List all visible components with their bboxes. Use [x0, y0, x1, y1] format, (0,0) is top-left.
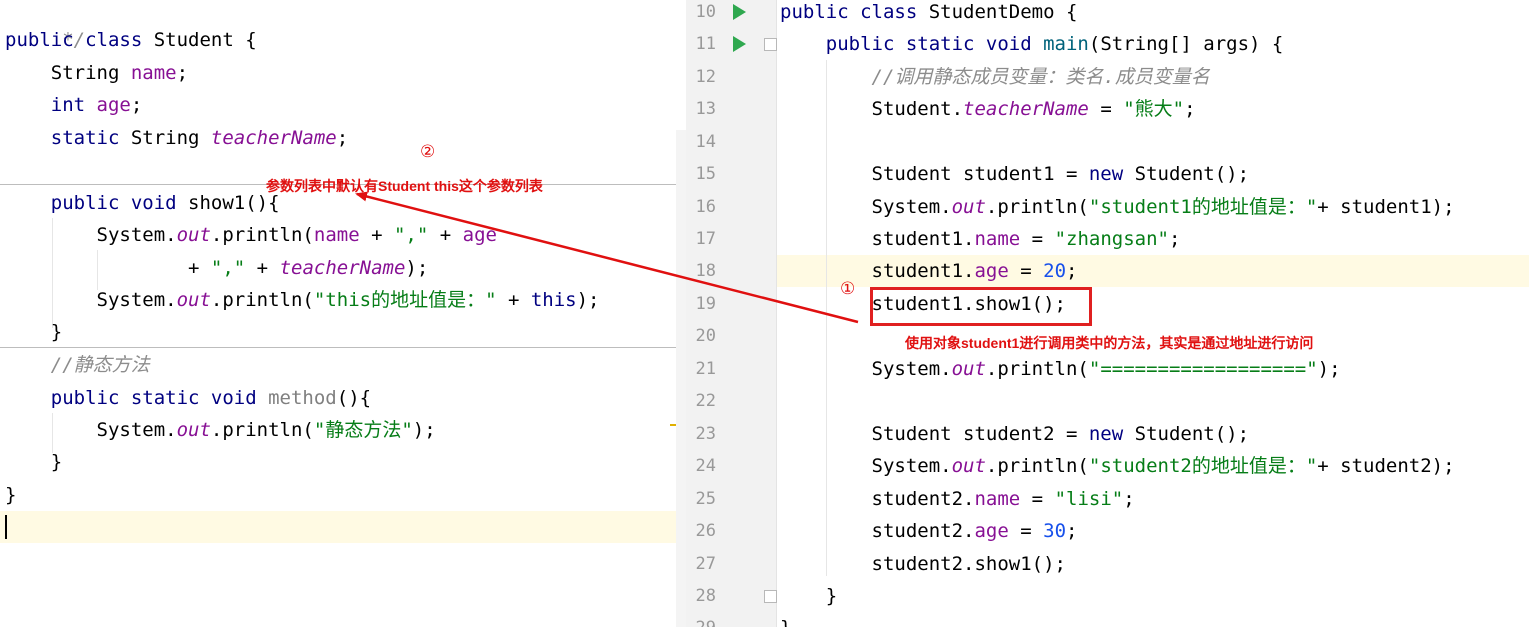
code-line[interactable]: student1.show1();	[686, 288, 1529, 320]
annotation-note-1: 使用对象student1进行调用类中的方法，其实是通过地址进行访问	[905, 335, 1314, 351]
line-number: 22	[695, 391, 716, 411]
code-line[interactable]: public static void main(String[] args) {	[686, 28, 1529, 60]
code-line[interactable]: }	[5, 316, 686, 348]
code-line[interactable]: //调用静态成员变量：类名.成员变量名	[686, 61, 1529, 93]
marker-2: ②	[420, 142, 436, 161]
code-line[interactable]: public static void method(){	[5, 382, 686, 414]
code-line[interactable]: static String teacherName;	[5, 122, 686, 154]
code-line[interactable]: System.out.println(name + "," + age	[5, 219, 686, 251]
code-line[interactable]: }	[686, 612, 1529, 627]
text-caret	[5, 515, 7, 539]
code-line[interactable]: student2.name = "lisi";	[686, 483, 1529, 515]
code-line[interactable]: String name;	[5, 57, 686, 89]
code-line[interactable]: public class StudentDemo {	[686, 0, 1529, 28]
code-line[interactable]: Student student1 = new Student();	[686, 158, 1529, 190]
marker-1: ①	[840, 279, 856, 298]
code-line[interactable]: student2.age = 30;	[686, 515, 1529, 547]
code-line[interactable]: public class Student {	[5, 24, 686, 56]
code-line[interactable]: }	[686, 580, 1529, 612]
code-line[interactable]: }	[5, 446, 686, 478]
line-number: 14	[695, 132, 716, 152]
code-line[interactable]: //静态方法	[5, 349, 686, 381]
code-line[interactable]: Student student2 = new Student();	[686, 418, 1529, 450]
code-line[interactable]: System.out.println("==================")…	[686, 353, 1529, 385]
annotation-note-2: 参数列表中默认有Student this这个参数列表	[266, 178, 543, 194]
student-editor[interactable]: */ public class Student { String name; i…	[0, 0, 686, 627]
code-line[interactable]: }	[5, 479, 686, 511]
code-line[interactable]: Student.teacherName = "熊大";	[686, 93, 1529, 125]
code-line[interactable]: student1.age = 20;	[686, 255, 1529, 287]
code-line[interactable]: System.out.println("student1的地址值是："+ stu…	[686, 191, 1529, 223]
call-highlight-box	[870, 287, 1092, 326]
code-line[interactable]: student2.show1();	[686, 548, 1529, 580]
code-line[interactable]: int age;	[5, 89, 686, 121]
code-line[interactable]: */	[5, 0, 686, 51]
code-line[interactable]: System.out.println("student2的地址值是："+ stu…	[686, 450, 1529, 482]
scrollbar-track[interactable]	[676, 130, 686, 627]
code-line[interactable]: System.out.println("this的地址值是：" + this);	[5, 284, 686, 316]
line-number: 20	[695, 326, 716, 346]
code-line[interactable]: + "," + teacherName);	[5, 252, 686, 284]
code-line[interactable]: student1.name = "zhangsan";	[686, 223, 1529, 255]
code-line[interactable]: System.out.println("静态方法");	[5, 414, 686, 446]
current-line-highlight	[0, 511, 686, 543]
student-demo-editor[interactable]: 10 11 12 13 14 15 16 17 18 19 20 21 22 2…	[686, 0, 1529, 627]
